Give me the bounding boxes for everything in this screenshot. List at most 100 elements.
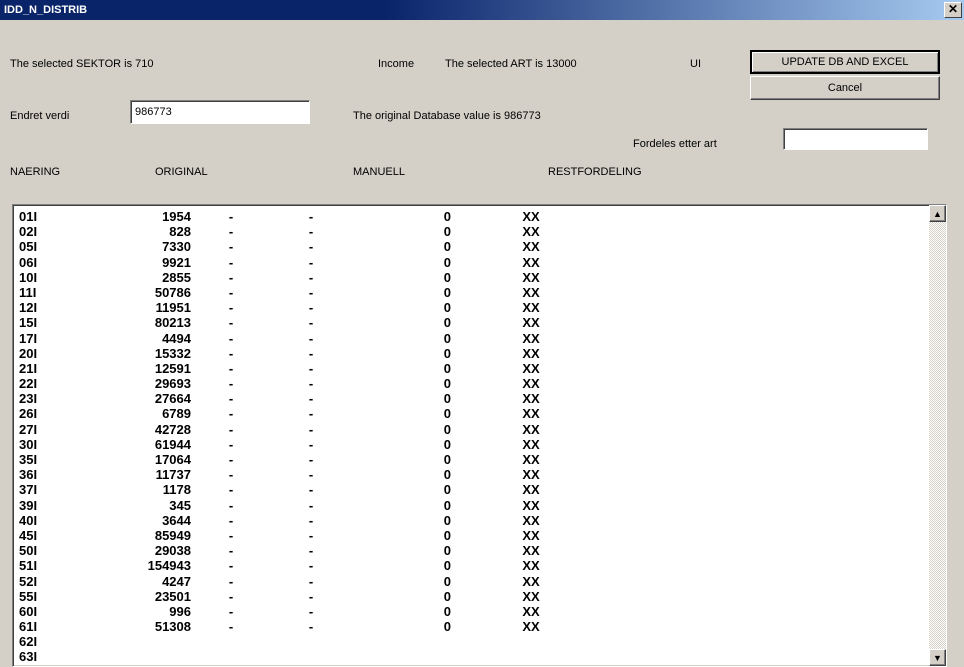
table-row[interactable]: 40I3644--0XX xyxy=(19,513,923,528)
cell-original: 1178 xyxy=(61,482,201,497)
chevron-down-icon: ▼ xyxy=(933,653,942,663)
table-row[interactable]: 63I xyxy=(19,649,923,664)
cell-dash1: - xyxy=(201,406,261,421)
table-row[interactable]: 12I11951--0XX xyxy=(19,300,923,315)
cell-original: 9921 xyxy=(61,255,201,270)
cell-xx: XX xyxy=(471,209,591,224)
cell-original: 61944 xyxy=(61,437,201,452)
table-row[interactable]: 02I828--0XX xyxy=(19,224,923,239)
cell-original: 27664 xyxy=(61,391,201,406)
table-row[interactable]: 17I4494--0XX xyxy=(19,331,923,346)
table-row[interactable]: 35I17064--0XX xyxy=(19,452,923,467)
table-row[interactable]: 55I23501--0XX xyxy=(19,589,923,604)
cell-zero: 0 xyxy=(361,498,471,513)
cell-xx: XX xyxy=(471,422,591,437)
button-stack: UPDATE DB AND EXCEL Cancel xyxy=(750,50,940,100)
cell-dash2: - xyxy=(261,604,361,619)
scroll-track[interactable] xyxy=(929,222,946,649)
chevron-up-icon: ▲ xyxy=(933,209,942,219)
cell-dash2: - xyxy=(261,224,361,239)
cell-zero: 0 xyxy=(361,437,471,452)
table-row[interactable]: 51I154943--0XX xyxy=(19,558,923,573)
cell-code: 52I xyxy=(19,574,61,589)
table-row[interactable]: 27I42728--0XX xyxy=(19,422,923,437)
cell-dash1: - xyxy=(201,604,261,619)
scroll-up-button[interactable]: ▲ xyxy=(929,205,946,222)
table-row[interactable]: 45I85949--0XX xyxy=(19,528,923,543)
cell-original: 42728 xyxy=(61,422,201,437)
cell-xx: XX xyxy=(471,513,591,528)
cell-dash2: - xyxy=(261,619,361,634)
cell-dash2: - xyxy=(261,498,361,513)
cell-zero: 0 xyxy=(361,315,471,330)
table-row[interactable]: 50I29038--0XX xyxy=(19,543,923,558)
fordeles-etter-art-input[interactable] xyxy=(783,128,928,150)
scroll-down-button[interactable]: ▼ xyxy=(929,649,946,666)
vertical-scrollbar[interactable]: ▲ ▼ xyxy=(929,205,946,666)
cell-code: 60I xyxy=(19,604,61,619)
cell-original: 12591 xyxy=(61,361,201,376)
cell-zero: 0 xyxy=(361,589,471,604)
titlebar: IDD_N_DISTRIB ✕ xyxy=(0,0,964,20)
table-row[interactable]: 21I12591--0XX xyxy=(19,361,923,376)
cell-code: 51I xyxy=(19,558,61,573)
cell-dash2: - xyxy=(261,528,361,543)
data-listbox[interactable]: 01I1954--0XX02I828--0XX05I7330--0XX06I99… xyxy=(12,204,947,667)
cell-dash1: - xyxy=(201,209,261,224)
table-row[interactable]: 10I2855--0XX xyxy=(19,270,923,285)
table-row[interactable]: 01I1954--0XX xyxy=(19,209,923,224)
cell-dash1: - xyxy=(201,239,261,254)
table-row[interactable]: 52I4247--0XX xyxy=(19,574,923,589)
cell-xx: XX xyxy=(471,482,591,497)
table-row[interactable]: 36I11737--0XX xyxy=(19,467,923,482)
cell-xx: XX xyxy=(471,391,591,406)
table-row[interactable]: 23I27664--0XX xyxy=(19,391,923,406)
table-row[interactable]: 06I9921--0XX xyxy=(19,255,923,270)
column-header-original: ORIGINAL xyxy=(155,166,208,178)
endret-verdi-input[interactable] xyxy=(130,100,310,124)
table-row[interactable]: 05I7330--0XX xyxy=(19,239,923,254)
cell-code: 35I xyxy=(19,452,61,467)
table-row[interactable]: 62I xyxy=(19,634,923,649)
cell-code: 45I xyxy=(19,528,61,543)
cell-code: 05I xyxy=(19,239,61,254)
cell-code: 12I xyxy=(19,300,61,315)
cell-xx: XX xyxy=(471,300,591,315)
cell-dash2: - xyxy=(261,482,361,497)
cell-xx: XX xyxy=(471,331,591,346)
cell-code: 39I xyxy=(19,498,61,513)
table-row[interactable]: 61I51308--0XX xyxy=(19,619,923,634)
cell-zero: 0 xyxy=(361,255,471,270)
close-button[interactable]: ✕ xyxy=(944,2,962,18)
cell-code: 01I xyxy=(19,209,61,224)
cell-dash1: - xyxy=(201,376,261,391)
cell-dash2: - xyxy=(261,361,361,376)
cell-dash2: - xyxy=(261,270,361,285)
cell-zero: 0 xyxy=(361,543,471,558)
cell-code: 30I xyxy=(19,437,61,452)
update-db-excel-button[interactable]: UPDATE DB AND EXCEL xyxy=(750,50,940,74)
column-header-restfordeling: RESTFORDELING xyxy=(548,166,642,178)
table-row[interactable]: 15I80213--0XX xyxy=(19,315,923,330)
table-row[interactable]: 26I6789--0XX xyxy=(19,406,923,421)
table-row[interactable]: 60I996--0XX xyxy=(19,604,923,619)
cell-code: 02I xyxy=(19,224,61,239)
ui-label: UI xyxy=(690,58,701,70)
cell-zero: 0 xyxy=(361,513,471,528)
column-header-naering: NAERING xyxy=(10,166,60,178)
cell-original: 6789 xyxy=(61,406,201,421)
cell-dash1: - xyxy=(201,270,261,285)
table-row[interactable]: 30I61944--0XX xyxy=(19,437,923,452)
cell-xx: XX xyxy=(471,437,591,452)
table-row[interactable]: 22I29693--0XX xyxy=(19,376,923,391)
cancel-button[interactable]: Cancel xyxy=(750,76,940,100)
cell-xx: XX xyxy=(471,498,591,513)
table-row[interactable]: 39I345--0XX xyxy=(19,498,923,513)
cell-dash2: - xyxy=(261,543,361,558)
cell-code: 63I xyxy=(19,649,61,664)
table-row[interactable]: 20I15332--0XX xyxy=(19,346,923,361)
table-row[interactable]: 11I50786--0XX xyxy=(19,285,923,300)
cell-xx: XX xyxy=(471,467,591,482)
table-row[interactable]: 37I1178--0XX xyxy=(19,482,923,497)
cell-dash1: - xyxy=(201,422,261,437)
